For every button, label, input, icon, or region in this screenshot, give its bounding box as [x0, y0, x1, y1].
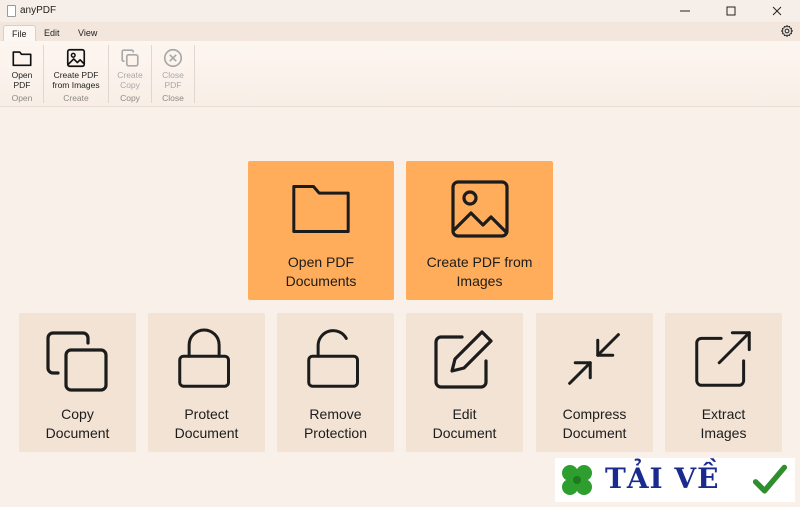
- create-copy-label: Create Copy: [117, 70, 143, 90]
- checkmark-icon: [752, 464, 788, 494]
- create-pdf-from-images-card[interactable]: Create PDF from Images: [406, 161, 553, 300]
- edit-document-label: Edit Document: [432, 406, 497, 441]
- open-pdf-label: Open PDF: [11, 70, 33, 90]
- compress-document-label: Compress Document: [562, 406, 627, 441]
- copy-icon: [46, 331, 108, 392]
- ribbon-group-open: Open PDF Open: [2, 43, 42, 105]
- compress-document-card[interactable]: Compress Document: [536, 313, 653, 452]
- close-pdf-button[interactable]: Close PDF: [162, 43, 184, 90]
- group-label-open: Open: [11, 93, 33, 103]
- group-label-create: Create: [63, 93, 89, 103]
- title-bar: anyPDF: [0, 0, 800, 22]
- tab-edit[interactable]: Edit: [36, 25, 68, 41]
- gear-icon[interactable]: [780, 24, 794, 38]
- group-label-close: Close: [162, 93, 184, 103]
- extract-images-card[interactable]: Extract Images: [665, 313, 782, 452]
- close-circle-icon: [163, 48, 183, 68]
- group-label-copy: Copy: [120, 93, 140, 103]
- folder-icon: [12, 51, 32, 67]
- create-pdf-from-images-label: Create PDF from Images: [426, 254, 533, 289]
- unlock-icon: [307, 329, 359, 388]
- minimize-icon: [680, 10, 690, 12]
- create-pdf-label: Create PDF from Images: [52, 70, 100, 90]
- close-window-button[interactable]: [754, 0, 800, 22]
- window-title: anyPDF: [20, 5, 57, 16]
- tab-file[interactable]: File: [3, 25, 36, 41]
- image-icon: [451, 180, 509, 238]
- extract-images-label: Extract Images: [700, 406, 747, 441]
- remove-protection-label: Remove Protection: [303, 406, 368, 441]
- window-controls: [662, 0, 800, 22]
- compress-icon: [568, 333, 620, 385]
- open-pdf-button[interactable]: Open PDF: [11, 43, 33, 90]
- edit-document-card[interactable]: Edit Document: [406, 313, 523, 452]
- menu-bar: File Edit View: [0, 22, 800, 41]
- open-pdf-documents-label: Open PDF Documents: [285, 254, 357, 289]
- ribbon-separator: [194, 45, 195, 103]
- create-pdf-from-images-button[interactable]: Create PDF from Images: [52, 43, 100, 90]
- copy-document-card[interactable]: Copy Document: [19, 313, 136, 452]
- ribbon-group-create: Create PDF from Images Create: [45, 43, 107, 105]
- open-pdf-documents-card[interactable]: Open PDF Documents: [248, 161, 394, 300]
- close-icon: [772, 6, 782, 16]
- watermark-text: TẢI VỀ: [605, 462, 720, 495]
- ribbon-separator: [151, 45, 152, 103]
- maximize-icon: [726, 6, 736, 16]
- protect-document-label: Protect Document: [174, 406, 239, 441]
- image-icon: [66, 48, 86, 68]
- protect-document-card[interactable]: Protect Document: [148, 313, 265, 452]
- watermark: TẢI VỀ: [555, 458, 795, 502]
- remove-protection-card[interactable]: Remove Protection: [277, 313, 394, 452]
- app-icon: [7, 5, 16, 17]
- clover-icon: [562, 465, 592, 495]
- copy-document-label: Copy Document: [45, 406, 110, 441]
- export-icon: [695, 331, 751, 387]
- close-pdf-label: Close PDF: [162, 70, 184, 90]
- maximize-button[interactable]: [708, 0, 754, 22]
- ribbon-group-copy: Create Copy Copy: [110, 43, 150, 105]
- ribbon-group-close: Close PDF Close: [153, 43, 193, 105]
- ribbon: Open PDF Open Create PDF from Images Cre…: [0, 41, 800, 107]
- edit-icon: [434, 330, 493, 389]
- create-copy-button[interactable]: Create Copy: [117, 43, 143, 90]
- lock-icon: [178, 328, 230, 388]
- ribbon-separator: [108, 45, 109, 103]
- ribbon-separator: [43, 45, 44, 103]
- folder-icon: [292, 185, 350, 233]
- tab-view[interactable]: View: [70, 25, 105, 41]
- minimize-button[interactable]: [662, 0, 708, 22]
- copy-icon: [121, 49, 139, 67]
